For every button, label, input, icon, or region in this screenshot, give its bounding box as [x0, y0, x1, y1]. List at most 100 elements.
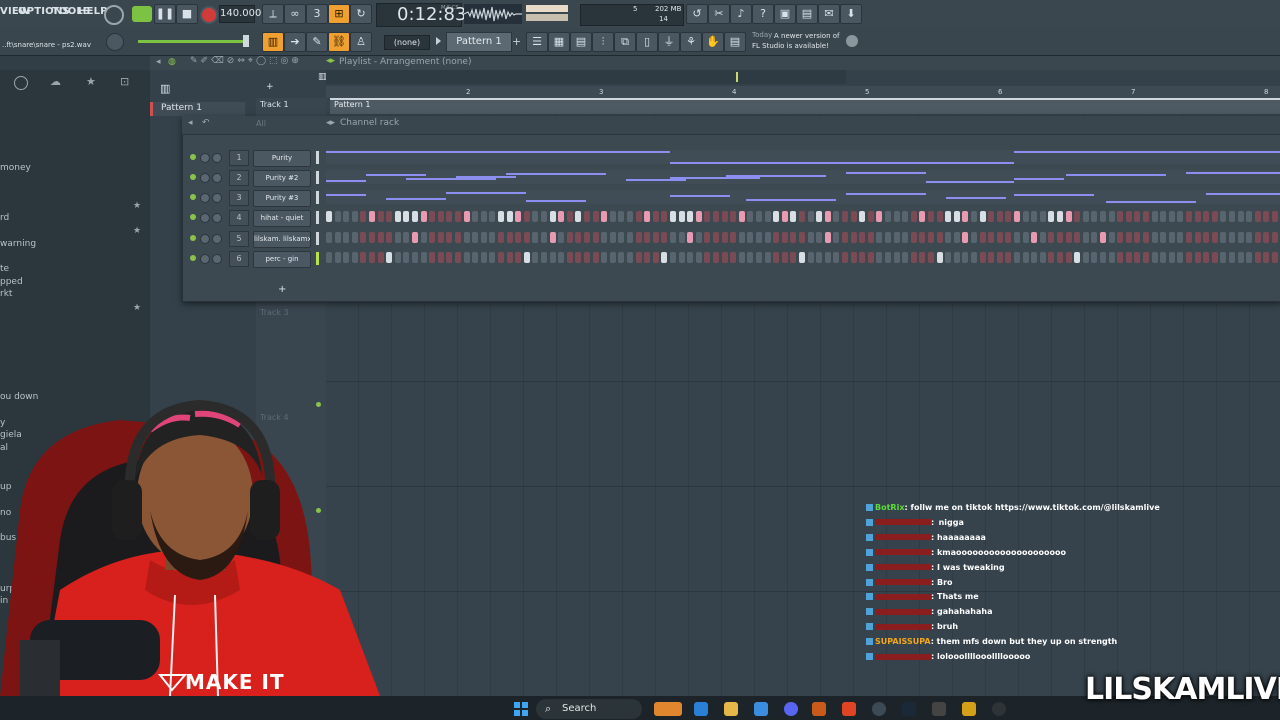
- channel-select-indicator[interactable]: [316, 252, 319, 265]
- taskbar-widget-icon[interactable]: [654, 702, 682, 716]
- step-button[interactable]: [386, 232, 393, 243]
- step-button[interactable]: [446, 232, 453, 243]
- step-button[interactable]: [1229, 211, 1235, 222]
- snap-select[interactable]: (none): [384, 35, 430, 50]
- step-button[interactable]: [1160, 232, 1167, 243]
- step-button[interactable]: [936, 211, 943, 222]
- browser-button[interactable]: ⧉: [614, 32, 636, 52]
- step-button[interactable]: [489, 232, 496, 243]
- step-button[interactable]: [1194, 211, 1201, 222]
- step-button[interactable]: [1014, 252, 1020, 263]
- step-button[interactable]: [541, 252, 547, 263]
- step-button[interactable]: [1237, 252, 1244, 263]
- step-button[interactable]: [1168, 232, 1175, 243]
- step-button[interactable]: [532, 211, 539, 222]
- windows-start-icon[interactable]: [514, 702, 528, 716]
- step-button[interactable]: [790, 252, 797, 263]
- step-button[interactable]: [627, 232, 633, 243]
- step-button[interactable]: [652, 232, 659, 243]
- step-button[interactable]: [446, 211, 453, 222]
- step-button[interactable]: [334, 252, 341, 263]
- discord-icon[interactable]: [784, 702, 798, 716]
- channel-mixer-track[interactable]: 5: [229, 231, 249, 247]
- step-button[interactable]: [1134, 211, 1141, 222]
- step-button[interactable]: [644, 211, 651, 222]
- step-button[interactable]: [713, 252, 719, 263]
- step-button[interactable]: [1031, 211, 1038, 222]
- step-button[interactable]: [816, 252, 823, 263]
- step-button[interactable]: [979, 252, 986, 263]
- folder-icon[interactable]: ⊡: [120, 75, 129, 88]
- channel-pan-knob[interactable]: [200, 254, 210, 264]
- step-button[interactable]: [704, 252, 711, 263]
- step-button[interactable]: [1168, 211, 1175, 222]
- news-text[interactable]: A newer version of FL Studio is availabl…: [752, 31, 844, 51]
- obs-icon[interactable]: [872, 702, 886, 716]
- step-button[interactable]: [747, 211, 754, 222]
- step-button[interactable]: [566, 252, 573, 263]
- step-button[interactable]: [1005, 232, 1012, 243]
- step-button[interactable]: [498, 232, 504, 243]
- step-button[interactable]: [584, 211, 590, 222]
- step-button[interactable]: [816, 211, 823, 222]
- channel-pan-knob[interactable]: [200, 213, 210, 223]
- app-icon[interactable]: [962, 702, 976, 716]
- step-button[interactable]: [326, 211, 332, 222]
- step-button[interactable]: [850, 211, 857, 222]
- step-button[interactable]: [575, 232, 582, 243]
- step-button[interactable]: [1074, 252, 1081, 263]
- channel-name-button[interactable]: lilskam. lilskamx: [253, 231, 311, 248]
- step-button[interactable]: [1048, 232, 1055, 243]
- step-button[interactable]: [1082, 252, 1089, 263]
- step-button[interactable]: [867, 211, 874, 222]
- news-toggle-button[interactable]: ▤: [724, 32, 746, 52]
- step-button[interactable]: [867, 252, 874, 263]
- step-button[interactable]: [343, 252, 350, 263]
- step-button[interactable]: [601, 232, 608, 243]
- track-label[interactable]: Track 1: [260, 100, 289, 109]
- step-button[interactable]: [1263, 252, 1270, 263]
- step-button[interactable]: [953, 232, 960, 243]
- step-button[interactable]: [351, 252, 358, 263]
- step-button[interactable]: [403, 211, 410, 222]
- step-button[interactable]: [351, 232, 358, 243]
- step-button[interactable]: [584, 252, 590, 263]
- step-button[interactable]: [1117, 211, 1124, 222]
- step-button[interactable]: [971, 232, 977, 243]
- step-button[interactable]: [343, 232, 350, 243]
- step-button[interactable]: [635, 252, 642, 263]
- step-button[interactable]: [1203, 211, 1210, 222]
- undo-history-button[interactable]: ↺: [686, 4, 708, 24]
- step-button[interactable]: [394, 211, 401, 222]
- step-button[interactable]: [394, 252, 401, 263]
- track-label[interactable]: Track 3: [260, 308, 289, 317]
- step-button[interactable]: [1160, 252, 1167, 263]
- step-button[interactable]: [1177, 211, 1184, 222]
- step-button[interactable]: [730, 232, 737, 243]
- step-button[interactable]: [713, 211, 719, 222]
- step-button[interactable]: [463, 232, 470, 243]
- step-button[interactable]: [635, 232, 642, 243]
- channel-name-button[interactable]: Purity #3: [253, 190, 311, 207]
- step-button[interactable]: [584, 232, 590, 243]
- song-position-marker[interactable]: [736, 72, 738, 82]
- channel-mixer-track[interactable]: 1: [229, 150, 249, 166]
- channel-mute-led[interactable]: [190, 154, 196, 160]
- step-button[interactable]: [506, 232, 513, 243]
- step-button[interactable]: [644, 232, 651, 243]
- channel-mute-led[interactable]: [190, 255, 196, 261]
- step-button[interactable]: [326, 252, 332, 263]
- step-button[interactable]: [334, 211, 341, 222]
- step-button[interactable]: [833, 211, 840, 222]
- step-button[interactable]: [773, 232, 780, 243]
- step-button[interactable]: [1091, 232, 1098, 243]
- step-button[interactable]: [807, 211, 814, 222]
- step-button[interactable]: [360, 232, 367, 243]
- step-button[interactable]: [781, 252, 788, 263]
- step-button[interactable]: [1134, 232, 1141, 243]
- step-button[interactable]: [1100, 211, 1106, 222]
- step-button[interactable]: [704, 211, 711, 222]
- brave-icon[interactable]: [842, 702, 856, 716]
- step-button[interactable]: [824, 211, 831, 222]
- step-button[interactable]: [1031, 232, 1038, 243]
